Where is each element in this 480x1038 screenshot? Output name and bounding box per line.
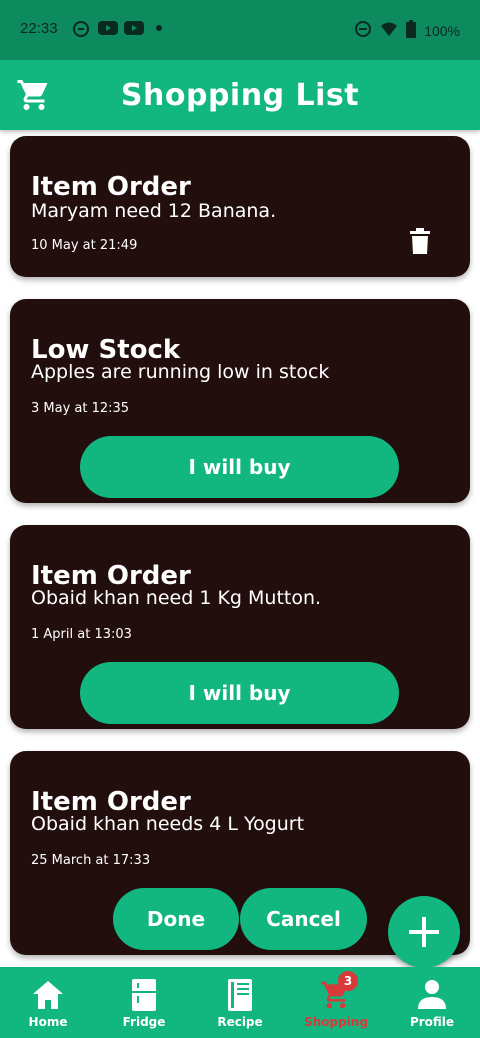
nav-item-home[interactable]: Home: [0, 967, 96, 1038]
trash-icon[interactable]: [410, 228, 430, 254]
i-will-buy-button[interactable]: I will buy: [80, 662, 399, 724]
nav-label-fridge: Fridge: [122, 1015, 166, 1029]
nav-label-home: Home: [28, 1015, 68, 1029]
person-icon: [415, 979, 449, 1011]
card-date: 1 April at 13:03: [31, 627, 132, 642]
card-message: Obaid khan need 1 Kg Mutton.: [31, 587, 322, 609]
sync-icon: [72, 20, 90, 37]
nav-item-recipe[interactable]: Recipe: [192, 967, 288, 1038]
fridge-icon: [127, 979, 161, 1011]
card-message: Apples are running low in stock: [31, 361, 330, 383]
book-icon: [223, 979, 257, 1011]
status-bar: 22:33 100%: [0, 0, 480, 60]
card-message: Maryam need 12 Banana.: [31, 200, 277, 222]
card-date: 10 May at 21:49: [31, 238, 138, 253]
app-bar: Shopping List: [0, 60, 480, 130]
nav-item-profile[interactable]: Profile: [384, 967, 480, 1038]
cancel-button[interactable]: Cancel: [240, 888, 367, 950]
status-left-icons: [72, 20, 168, 37]
nav-label-profile: Profile: [409, 1015, 455, 1029]
nav-label-shopping: Shopping: [304, 1015, 368, 1029]
page-title: Shopping List: [120, 78, 360, 113]
wifi-icon: [380, 21, 398, 40]
notification-card: Item Order Obaid khan need 1 Kg Mutton. …: [10, 525, 470, 729]
card-date: 25 March at 17:33: [31, 853, 151, 868]
notification-card: Item Order Maryam need 12 Banana. 10 May…: [10, 136, 470, 277]
youtube-icon: [124, 20, 144, 36]
battery-percent: 100%: [424, 22, 460, 39]
add-button[interactable]: [388, 896, 460, 968]
status-time: 22:33: [20, 20, 58, 37]
home-icon: [31, 979, 65, 1011]
dot-icon: [150, 20, 168, 36]
card-title: Item Order: [31, 172, 191, 202]
card-date: 3 May at 12:35: [31, 401, 130, 416]
dnd-icon: [354, 20, 372, 41]
status-right: 100%: [354, 20, 460, 41]
nav-item-fridge[interactable]: Fridge: [96, 967, 192, 1038]
bottom-navigation: Home Fridge Recipe 3 Shopping Profile: [0, 967, 480, 1038]
battery-icon: [406, 20, 417, 41]
plus-icon: [409, 917, 439, 947]
card-message: Obaid khan needs 4 L Yogurt: [31, 813, 305, 835]
notification-card: Low Stock Apples are running low in stoc…: [10, 299, 470, 503]
i-will-buy-button[interactable]: I will buy: [80, 436, 399, 498]
nav-label-recipe: Recipe: [217, 1015, 263, 1029]
youtube-icon: [98, 20, 118, 36]
done-button[interactable]: Done: [113, 888, 239, 950]
notification-badge: 3: [338, 971, 358, 991]
nav-item-shopping[interactable]: 3 Shopping: [288, 967, 384, 1038]
